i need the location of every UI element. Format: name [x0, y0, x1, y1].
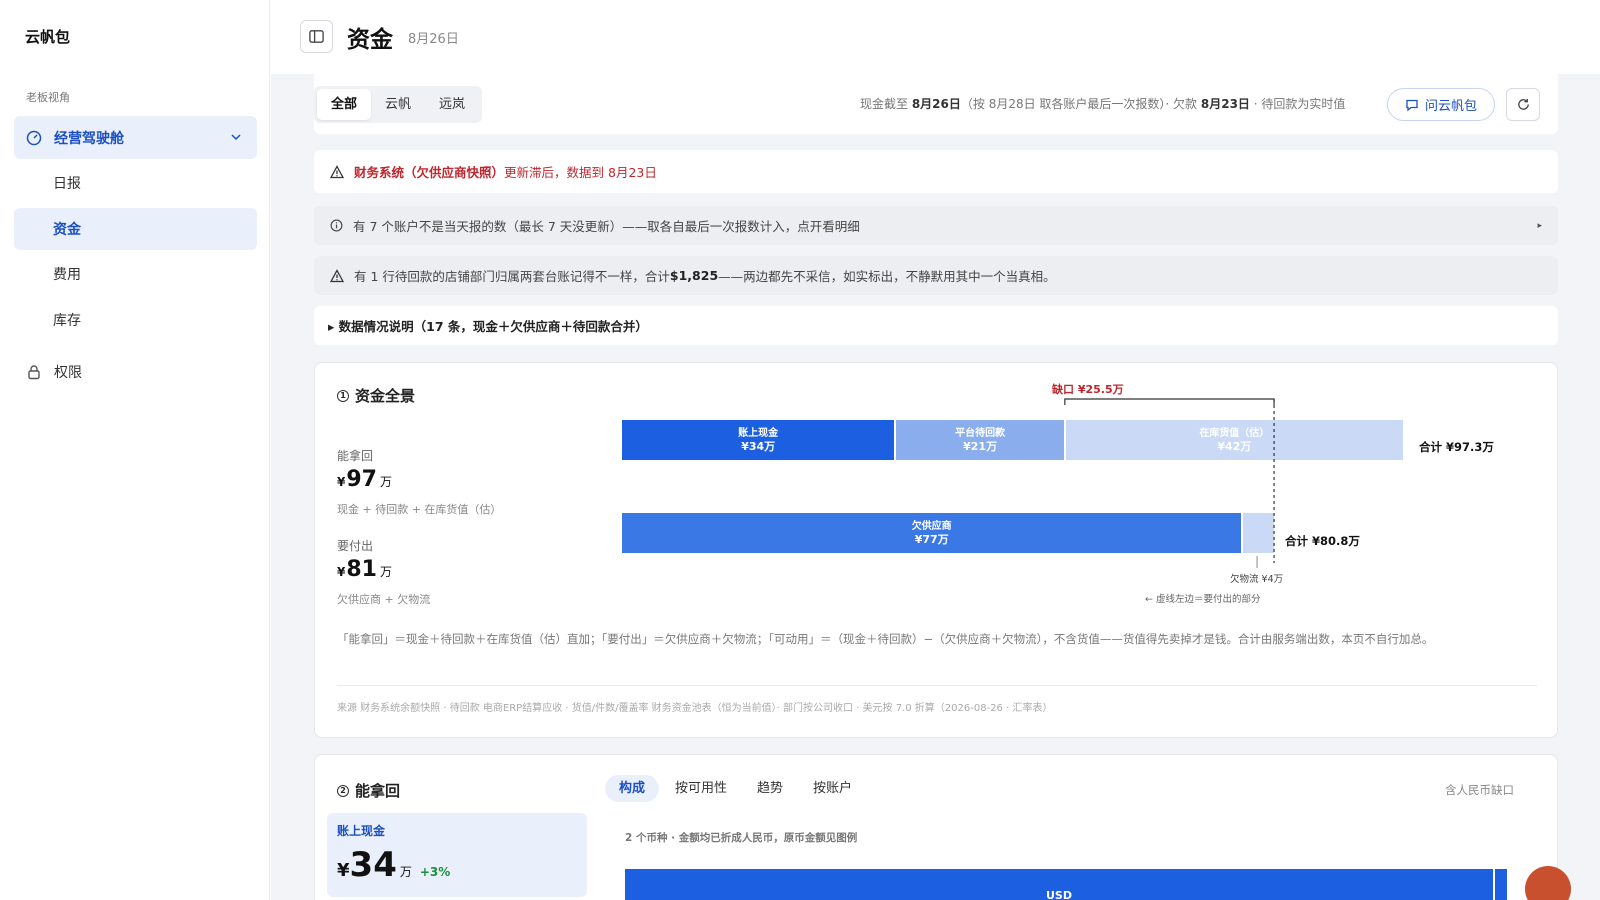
bar-segment-value: ¥77万	[914, 533, 949, 546]
sidebar-item-permissions[interactable]: 权限	[26, 362, 82, 382]
tab-trend[interactable]: 趋势	[743, 775, 797, 802]
cash-summary-card[interactable]: 账上现金 ¥34 万 +3%	[327, 813, 587, 897]
bar-segment-value: ¥42万	[1217, 440, 1252, 453]
top-bar: 资金 8月26日	[271, 0, 1600, 74]
sidebar: 云帆包 老板视角 经营驾驶舱 日报 资金 费用 库存 权限	[0, 0, 270, 900]
refresh-button[interactable]	[1506, 88, 1540, 121]
sidebar-item-expenses[interactable]: 费用	[14, 253, 257, 295]
lock-icon	[28, 365, 40, 380]
warning-icon	[330, 268, 344, 282]
tab-yunfan[interactable]: 云帆	[371, 89, 425, 120]
receivable-view-tabs: 构成 按可用性 趋势 按账户	[605, 775, 868, 802]
rmb-gap-note: 含人民币缺口	[1445, 783, 1514, 797]
gap-bracket	[1064, 398, 1275, 568]
ask-assistant-button[interactable]: 问云帆包	[1387, 88, 1495, 121]
receivable-label: 能拿回	[337, 449, 374, 463]
page-date: 8月26日	[408, 32, 459, 47]
refresh-icon	[1517, 98, 1529, 110]
bar-segment-3[interactable]: 欠供应商 ¥77万	[622, 513, 1242, 553]
sidebar-item-dashboard[interactable]: 经营驾驶舱	[14, 116, 257, 159]
expand-arrow-icon[interactable]: ▸	[1537, 221, 1542, 231]
sidebar-item-funds[interactable]: 资金	[14, 208, 257, 250]
section-title: 1 资金全景	[337, 385, 415, 406]
gauge-icon	[26, 130, 42, 145]
page-title: 资金	[347, 27, 393, 53]
warning-icon	[330, 164, 344, 178]
chat-bubble-icon	[1406, 99, 1418, 111]
formula-footnote: 「能拿回」＝现金＋待回款＋在库货值（估）直加；「要付出」＝欠供应商＋欠物流；「可…	[337, 632, 1434, 646]
bar-segment-4[interactable]	[1243, 513, 1274, 553]
other-currency-bar	[1495, 869, 1507, 900]
bar-segment-0[interactable]: 账上现金 ¥34万	[622, 420, 895, 460]
brand-name: 云帆包	[25, 28, 71, 46]
company-segmented-control: 全部 云帆 远岚	[314, 86, 483, 123]
mismatch-warning: 有 1 行待回款的店铺部门归属两套台账记得不一样，合计 $1,825 ——两边都先…	[314, 256, 1558, 295]
info-icon	[330, 219, 343, 232]
dashed-line-note: ← 虚线左边＝要付出的部分	[1145, 594, 1261, 605]
usd-bar: USD	[625, 869, 1493, 900]
data-freshness-info: 现金截至 8月26日（按 8月28日 取各账户最后一次报数）· 欠款 8月23日…	[860, 97, 1346, 111]
change-badge: +3%	[419, 865, 451, 879]
bar-segment-name: 账上现金	[738, 428, 779, 439]
bar-segment-name: 在库货值（估）	[1199, 428, 1270, 439]
sidebar-item-daily[interactable]: 日报	[14, 162, 257, 204]
cash-value: ¥34 万 +3%	[337, 845, 451, 885]
bar-segment-2[interactable]: 在库货值（估） ¥42万	[1065, 420, 1403, 460]
main-content: 资金 8月26日 全部 云帆 远岚 现金截至 8月26日（按 8月28日 取各账…	[271, 0, 1600, 900]
payable-value: ¥81 万	[337, 557, 392, 582]
tab-yuanlan[interactable]: 远岚	[425, 89, 479, 120]
sidebar-item-inventory[interactable]: 库存	[14, 299, 257, 341]
currency-note: 2 个币种 · 金额均已折成人民币，原币金额见图例	[625, 832, 858, 844]
bar-segment-name: 欠供应商	[911, 521, 952, 532]
bar-segment-name: 平台待回款	[955, 428, 1006, 439]
receivable-value: ¥97 万	[337, 467, 392, 492]
tab-composition[interactable]: 构成	[605, 775, 660, 802]
section-title: 2 能拿回	[337, 780, 400, 801]
sidebar-item-label: 经营驾驶舱	[54, 130, 124, 147]
sidebar-panel-icon	[309, 30, 324, 43]
payable-formula: 欠供应商 + 欠物流	[337, 593, 431, 606]
tab-by-account[interactable]: 按账户	[799, 775, 866, 802]
sidebar-section-label: 老板视角	[26, 91, 70, 104]
data-notes-toggle[interactable]: ▸ 数据情况说明（17 条，现金＋欠供应商＋待回款合并）	[314, 306, 1558, 345]
receivable-total: 合计 ¥97.3万	[1419, 440, 1494, 454]
stale-data-warning: 财务系统（欠供应商快照） 更新滞后，数据到 8月23日	[314, 150, 1558, 193]
bar-segment-value: ¥21万	[963, 440, 998, 453]
receivable-card: 2 能拿回 构成 按可用性 趋势 按账户 含人民币缺口 账上现金 ¥34 万 +3% …	[314, 754, 1558, 900]
sidebar-toggle-button[interactable]	[300, 20, 333, 53]
divider	[337, 685, 1537, 686]
filter-bar: 全部 云帆 远岚 现金截至 8月26日（按 8月28日 取各账户最后一次报数）·…	[314, 74, 1558, 134]
chevron-down-icon[interactable]	[229, 130, 243, 144]
funds-overview-card: 1 资金全景 能拿回 ¥97 万 现金 + 待回款 + 在库货值（估） 要付出 ¥8…	[314, 362, 1558, 738]
payable-total: 合计 ¥80.8万	[1285, 534, 1360, 548]
gap-label: 缺口 ¥25.5万	[1052, 383, 1124, 396]
accounts-info-notice[interactable]: 有 7 个账户不是当天报的数（最长 7 天没更新）——取各自最后一次报数计入，点…	[314, 206, 1558, 245]
bar-segment-1[interactable]: 平台待回款 ¥21万	[896, 420, 1064, 460]
tab-availability[interactable]: 按可用性	[661, 775, 741, 802]
data-source: 来源 财务系统余额快照 · 待回款 电商ERP结算应收 · 货值/件数/覆盖率 …	[337, 703, 1053, 714]
logistics-label: 欠物流 ¥4万	[1230, 574, 1284, 585]
receivable-formula: 现金 + 待回款 + 在库货值（估）	[337, 503, 502, 516]
bar-segment-value: ¥34万	[741, 440, 776, 453]
tab-all[interactable]: 全部	[317, 89, 372, 120]
payable-label: 要付出	[337, 539, 374, 553]
